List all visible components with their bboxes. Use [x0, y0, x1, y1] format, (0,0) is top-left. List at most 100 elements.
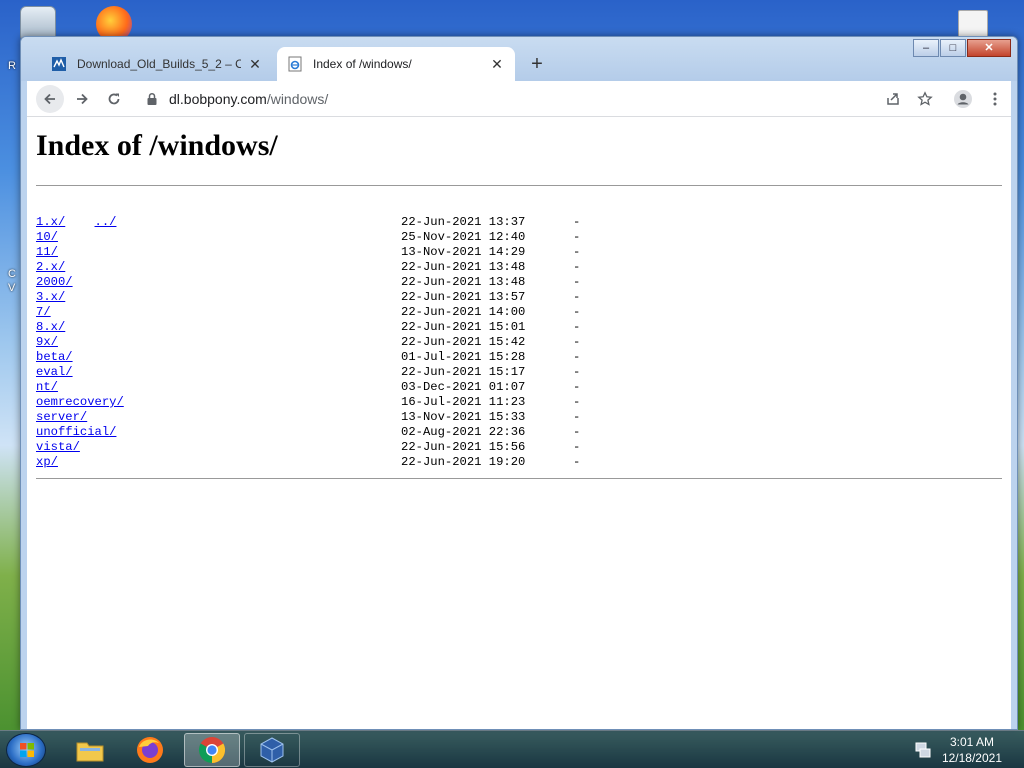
reload-icon — [108, 93, 120, 105]
file-size: - — [573, 440, 581, 454]
directory-link[interactable]: 3.x/ — [36, 290, 65, 304]
forward-button[interactable] — [68, 85, 96, 113]
ie-page-icon — [287, 56, 303, 72]
listing-row: 8.x/22-Jun-2021 15:01 - — [36, 320, 1002, 335]
modified-date: 16-Jul-2021 11:23 — [401, 395, 526, 409]
file-size: - — [573, 275, 581, 289]
page-content: Index of /windows/ ../ 1.x/22-Jun-2021 1… — [27, 117, 1011, 729]
directory-link[interactable]: 2.x/ — [36, 260, 65, 274]
close-icon[interactable]: ✕ — [489, 56, 505, 72]
directory-link[interactable]: beta/ — [36, 350, 73, 364]
vbox-doc-icon — [51, 56, 67, 72]
listing-row: 2000/22-Jun-2021 13:48 - — [36, 275, 1002, 290]
listing-row: 3.x/22-Jun-2021 13:57 - — [36, 290, 1002, 305]
chrome-taskbar-button[interactable] — [184, 733, 240, 767]
file-size: - — [573, 305, 581, 319]
modified-date: 13-Nov-2021 14:29 — [401, 245, 526, 259]
close-icon[interactable]: ✕ — [247, 56, 263, 72]
file-size: - — [573, 290, 581, 304]
browser-toolbar: dl.bobpony.com/windows/ — [27, 81, 1011, 117]
modified-date: 25-Nov-2021 12:40 — [401, 230, 526, 244]
file-size: - — [573, 260, 581, 274]
directory-link[interactable]: 8.x/ — [36, 320, 65, 334]
modified-date: 22-Jun-2021 15:42 — [401, 335, 526, 349]
listing-row: oemrecovery/16-Jul-2021 11:23 - — [36, 395, 1002, 410]
directory-link[interactable]: 2000/ — [36, 275, 73, 289]
new-tab-button[interactable]: + — [525, 52, 549, 76]
directory-link[interactable]: 9x/ — [36, 335, 58, 349]
directory-listing: ../ 1.x/22-Jun-2021 13:37-10/25-Nov-2021… — [36, 200, 1002, 470]
file-size: - — [573, 350, 581, 364]
lock-icon[interactable] — [145, 92, 159, 106]
directory-link[interactable]: 7/ — [36, 305, 51, 319]
modified-date: 22-Jun-2021 13:48 — [401, 275, 526, 289]
tab-index-of-windows[interactable]: Index of /windows/ ✕ — [277, 47, 515, 81]
browser-window: Download_Old_Builds_5_2 – Oracle ✕ Index… — [20, 36, 1018, 730]
listing-row: nt/03-Dec-2021 01:07 - — [36, 380, 1002, 395]
firefox-taskbar-button[interactable] — [122, 733, 178, 767]
desktop-label-fragment: V — [8, 282, 16, 294]
back-button[interactable] — [36, 85, 64, 113]
tab-download-old-builds[interactable]: Download_Old_Builds_5_2 – Oracle ✕ — [41, 47, 273, 81]
file-size: - — [573, 455, 581, 469]
modified-date: 02-Aug-2021 22:36 — [401, 425, 526, 439]
profile-button[interactable] — [949, 85, 977, 113]
windows-logo-icon — [20, 743, 34, 757]
listing-row: xp/22-Jun-2021 19:20 - — [36, 455, 1002, 470]
start-button[interactable] — [6, 733, 46, 767]
file-size: - — [573, 380, 581, 394]
divider — [36, 185, 1002, 186]
listing-row: server/13-Nov-2021 15:33 - — [36, 410, 1002, 425]
modified-date: 22-Jun-2021 15:17 — [401, 365, 526, 379]
directory-link[interactable]: 11/ — [36, 245, 58, 259]
listing-row: unofficial/02-Aug-2021 22:36 - — [36, 425, 1002, 440]
address-bar[interactable]: dl.bobpony.com/windows/ — [135, 84, 899, 114]
star-icon — [917, 91, 933, 106]
url-path: /windows/ — [266, 91, 329, 107]
listing-row: 9x/22-Jun-2021 15:42 - — [36, 335, 1002, 350]
directory-link[interactable]: 1.x/ — [36, 215, 65, 229]
chrome-icon — [198, 737, 226, 764]
directory-link[interactable]: eval/ — [36, 365, 73, 379]
modified-date: 13-Nov-2021 15:33 — [401, 410, 526, 424]
virtualbox-icon — [260, 737, 284, 763]
directory-link[interactable]: 10/ — [36, 230, 58, 244]
file-size: - — [573, 245, 581, 259]
page-title: Index of /windows/ — [36, 129, 278, 162]
bookmark-button[interactable] — [911, 85, 939, 113]
directory-link[interactable]: unofficial/ — [36, 425, 116, 439]
maximize-button[interactable]: □ — [940, 39, 966, 57]
file-size: - — [573, 230, 581, 244]
modified-date: 22-Jun-2021 13:48 — [401, 260, 526, 274]
close-window-button[interactable]: ✕ — [967, 39, 1011, 57]
system-clock[interactable]: 3:01 AM 12/18/2021 — [942, 734, 1002, 766]
modified-date: 01-Jul-2021 15:28 — [401, 350, 526, 364]
file-size: - — [573, 425, 581, 439]
directory-link[interactable]: xp/ — [36, 455, 58, 469]
clock-date: 12/18/2021 — [941, 751, 1002, 765]
share-button[interactable] — [879, 85, 907, 113]
share-icon — [887, 93, 899, 105]
minimize-button[interactable]: – — [913, 39, 939, 57]
modified-date: 22-Jun-2021 13:37 — [401, 215, 526, 229]
file-size: - — [573, 395, 581, 409]
back-arrow-icon — [44, 93, 55, 105]
network-icon[interactable] — [914, 741, 932, 759]
explorer-taskbar-button[interactable] — [62, 733, 118, 767]
url-text[interactable]: dl.bobpony.com/windows/ — [169, 91, 328, 107]
listing-row: beta/01-Jul-2021 15:28 - — [36, 350, 1002, 365]
menu-button[interactable] — [981, 85, 1009, 113]
directory-link[interactable]: server/ — [36, 410, 87, 424]
virtualbox-taskbar-button[interactable] — [244, 733, 300, 767]
clock-time: 3:01 AM — [949, 735, 994, 749]
directory-link[interactable]: nt/ — [36, 380, 58, 394]
directory-link[interactable]: vista/ — [36, 440, 80, 454]
modified-date: 22-Jun-2021 14:00 — [401, 305, 526, 319]
modified-date: 22-Jun-2021 19:20 — [401, 455, 526, 469]
forward-arrow-icon — [77, 93, 88, 105]
file-size: - — [573, 365, 581, 379]
reload-button[interactable] — [100, 85, 128, 113]
firefox-icon — [137, 737, 163, 763]
file-size: - — [573, 320, 581, 334]
directory-link[interactable]: oemrecovery/ — [36, 395, 124, 409]
